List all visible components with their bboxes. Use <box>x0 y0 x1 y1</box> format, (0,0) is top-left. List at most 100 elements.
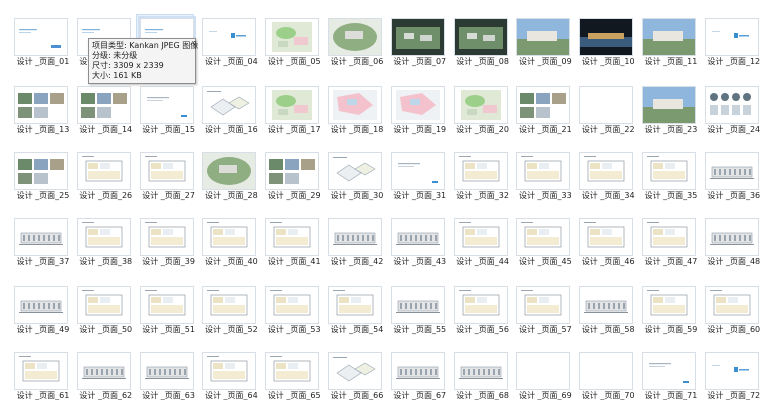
file-thumbnail[interactable]: 设计 _页面_71 <box>640 352 702 400</box>
file-thumbnail[interactable]: 设计 _页面_37 <box>12 218 74 282</box>
file-thumbnail[interactable]: 设计 _页面_54 <box>326 286 388 350</box>
thumbnail-image[interactable] <box>265 86 320 124</box>
file-name-label[interactable]: 设计 _页面_33 <box>510 191 580 201</box>
file-name-label[interactable]: 设计 _页面_53 <box>259 325 329 335</box>
file-name-label[interactable]: 设计 _页面_55 <box>385 325 455 335</box>
thumbnail-image[interactable] <box>642 152 696 190</box>
thumbnail-image[interactable] <box>453 152 508 190</box>
thumbnail-image[interactable] <box>390 18 445 56</box>
file-name-label[interactable]: 设计 _页面_41 <box>259 257 329 267</box>
thumbnail-image[interactable] <box>76 352 131 390</box>
file-name-label[interactable]: 设计 _页面_08 <box>448 57 518 67</box>
file-thumbnail[interactable]: 设计 _页面_27 <box>138 152 200 216</box>
file-name-label[interactable]: 设计 _页面_28 <box>196 191 266 201</box>
file-name-label[interactable]: 设计 _页面_32 <box>448 191 518 201</box>
thumbnail-image[interactable] <box>139 286 194 324</box>
thumbnail-image[interactable] <box>76 218 131 256</box>
file-name-label[interactable]: 设计 _页面_34 <box>573 191 643 201</box>
file-name-label[interactable]: 设计 _页面_46 <box>573 257 643 267</box>
file-name-label[interactable]: 设计 _页面_67 <box>385 391 455 400</box>
file-thumbnail[interactable]: 设计 _页面_62 <box>75 352 137 400</box>
thumbnail-image[interactable] <box>579 286 634 324</box>
thumbnail-image[interactable] <box>579 86 634 124</box>
file-thumbnail[interactable]: 设计 _页面_12 <box>703 18 760 82</box>
file-name-label[interactable]: 设计 _页面_18 <box>322 125 392 135</box>
file-name-label[interactable]: 设计 _页面_48 <box>699 257 760 267</box>
file-name-label[interactable]: 设计 _页面_56 <box>448 325 518 335</box>
thumbnail-image[interactable] <box>704 152 759 190</box>
file-name-label[interactable]: 设计 _页面_49 <box>8 325 78 335</box>
thumbnail-image[interactable] <box>202 218 257 256</box>
thumbnail-image[interactable] <box>453 352 508 390</box>
file-thumbnail[interactable]: 设计 _页面_20 <box>452 86 514 150</box>
thumbnail-image[interactable] <box>516 18 571 56</box>
file-thumbnail[interactable]: 设计 _页面_48 <box>703 218 760 282</box>
file-name-label[interactable]: 设计 _页面_68 <box>448 391 518 400</box>
file-name-label[interactable]: 设计 _页面_20 <box>448 125 518 135</box>
file-thumbnail[interactable]: 设计 _页面_19 <box>389 86 451 150</box>
file-thumbnail[interactable]: 设计 _页面_35 <box>640 152 702 216</box>
thumbnail-image[interactable] <box>14 152 68 190</box>
thumbnail-image[interactable] <box>579 152 634 190</box>
thumbnail-image[interactable] <box>642 352 696 390</box>
file-name-label[interactable]: 设计 _页面_71 <box>636 391 706 400</box>
thumbnail-image[interactable] <box>704 286 759 324</box>
thumbnail-image[interactable] <box>328 352 382 390</box>
thumbnail-image[interactable] <box>390 152 445 190</box>
thumbnail-image[interactable] <box>328 18 382 56</box>
thumbnail-image[interactable] <box>14 18 68 56</box>
file-name-label[interactable]: 设计 _页面_47 <box>636 257 706 267</box>
thumbnail-image[interactable] <box>265 152 320 190</box>
thumbnail-image[interactable] <box>139 86 194 124</box>
file-thumbnail[interactable]: 设计 _页面_38 <box>75 218 137 282</box>
file-thumbnail[interactable]: 设计 _页面_69 <box>514 352 576 400</box>
thumbnail-image[interactable] <box>579 218 634 256</box>
file-thumbnail[interactable]: 设计 _页面_46 <box>577 218 639 282</box>
file-name-label[interactable]: 设计 _页面_04 <box>196 57 266 67</box>
file-name-label[interactable]: 设计 _页面_35 <box>636 191 706 201</box>
thumbnail-image[interactable] <box>453 218 508 256</box>
thumbnail-image[interactable] <box>76 286 131 324</box>
file-name-label[interactable]: 设计 _页面_62 <box>71 391 141 400</box>
file-name-label[interactable]: 设计 _页面_51 <box>134 325 204 335</box>
file-thumbnail[interactable]: 设计 _页面_24 <box>703 86 760 150</box>
thumbnail-image[interactable] <box>579 352 634 390</box>
thumbnail-image[interactable] <box>516 218 571 256</box>
file-thumbnail[interactable]: 设计 _页面_56 <box>452 286 514 350</box>
file-thumbnail[interactable]: 设计 _页面_21 <box>514 86 576 150</box>
thumbnail-image[interactable] <box>328 152 382 190</box>
file-thumbnail[interactable]: 设计 _页面_04 <box>200 18 262 82</box>
thumbnail-image[interactable] <box>202 352 257 390</box>
file-name-label[interactable]: 设计 _页面_54 <box>322 325 392 335</box>
file-thumbnail[interactable]: 设计 _页面_58 <box>577 286 639 350</box>
file-name-label[interactable]: 设计 _页面_58 <box>573 325 643 335</box>
thumbnail-image[interactable] <box>76 152 131 190</box>
file-thumbnail[interactable]: 设计 _页面_72 <box>703 352 760 400</box>
thumbnail-image[interactable] <box>202 18 257 56</box>
file-thumbnail[interactable]: 设计 _页面_61 <box>12 352 74 400</box>
file-name-label[interactable]: 设计 _页面_10 <box>573 57 643 67</box>
file-thumbnail[interactable]: 设计 _页面_39 <box>138 218 200 282</box>
file-name-label[interactable]: 设计 _页面_63 <box>134 391 204 400</box>
file-thumbnail[interactable]: 设计 _页面_63 <box>138 352 200 400</box>
file-thumbnail[interactable]: 设计 _页面_45 <box>514 218 576 282</box>
file-thumbnail[interactable]: 设计 _页面_32 <box>452 152 514 216</box>
file-thumbnail[interactable]: 设计 _页面_25 <box>12 152 74 216</box>
file-name-label[interactable]: 设计 _页面_36 <box>699 191 760 201</box>
file-thumbnail[interactable]: 设计 _页面_49 <box>12 286 74 350</box>
file-name-label[interactable]: 设计 _页面_37 <box>8 257 78 267</box>
thumbnail-image[interactable] <box>642 18 696 56</box>
file-name-label[interactable]: 设计 _页面_19 <box>385 125 455 135</box>
file-thumbnail[interactable]: 设计 _页面_22 <box>577 86 639 150</box>
file-name-label[interactable]: 设计 _页面_60 <box>699 325 760 335</box>
file-thumbnail[interactable]: 设计 _页面_29 <box>263 152 325 216</box>
file-thumbnail[interactable]: 设计 _页面_51 <box>138 286 200 350</box>
file-name-label[interactable]: 设计 _页面_30 <box>322 191 392 201</box>
file-thumbnail[interactable]: 设计 _页面_15 <box>138 86 200 150</box>
file-name-label[interactable]: 设计 _页面_42 <box>322 257 392 267</box>
file-thumbnail[interactable]: 设计 _页面_57 <box>514 286 576 350</box>
file-name-label[interactable]: 设计 _页面_59 <box>636 325 706 335</box>
file-thumbnail[interactable]: 设计 _页面_34 <box>577 152 639 216</box>
file-thumbnail[interactable]: 设计 _页面_52 <box>200 286 262 350</box>
file-thumbnail[interactable]: 设计 _页面_14 <box>75 86 137 150</box>
